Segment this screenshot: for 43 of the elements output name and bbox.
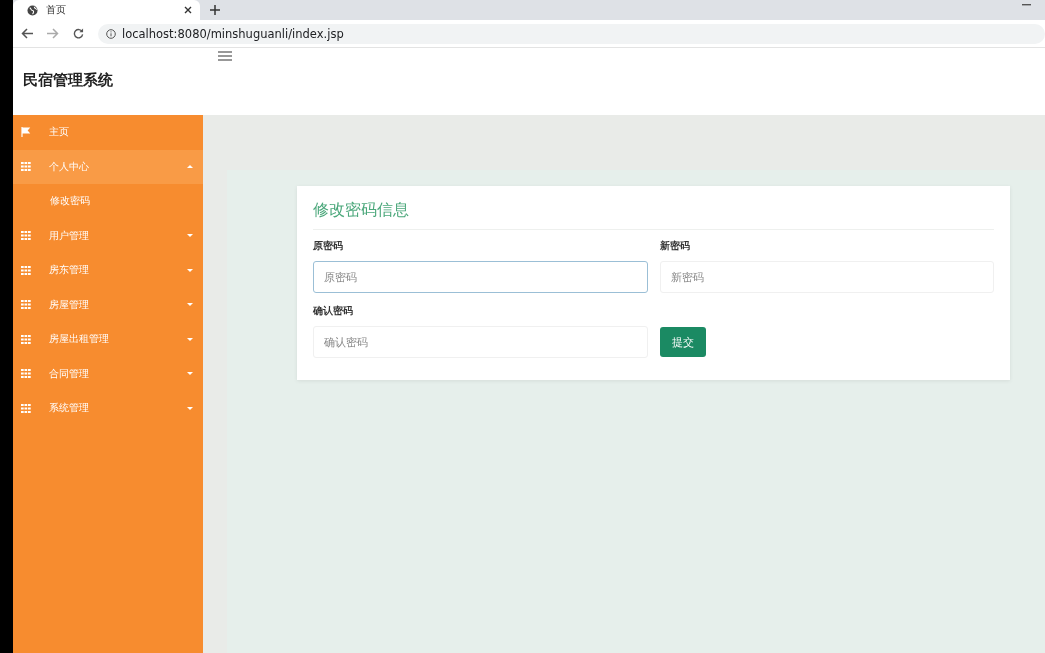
grid-icon bbox=[21, 334, 31, 344]
back-icon[interactable] bbox=[21, 28, 33, 39]
caret-down-icon bbox=[187, 268, 193, 272]
caret-down-icon bbox=[187, 337, 193, 341]
sidebar-item[interactable]: 合同管理 bbox=[13, 356, 203, 391]
caret-down-icon bbox=[187, 234, 193, 238]
grid-icon bbox=[21, 300, 31, 310]
flag-icon bbox=[21, 127, 31, 138]
info-icon bbox=[106, 28, 116, 39]
sidebar-item[interactable]: 系统管理 bbox=[13, 391, 203, 426]
caret-down-icon bbox=[187, 372, 193, 376]
sidebar-item[interactable]: 个人中心 bbox=[13, 149, 203, 184]
app-title: 民宿管理系统 bbox=[23, 71, 113, 90]
field-label: 新密码 bbox=[659, 240, 691, 253]
sidebar-item[interactable]: 房东管理 bbox=[13, 253, 203, 288]
caret-down-icon bbox=[187, 406, 193, 410]
field-label: 原密码 bbox=[313, 240, 344, 253]
sidebar-item[interactable]: 房屋出租管理 bbox=[13, 322, 203, 357]
submenu-item[interactable]: 修改密码 bbox=[13, 184, 203, 219]
reload-icon[interactable] bbox=[73, 28, 84, 39]
caret-up-icon bbox=[187, 165, 193, 169]
sidebar-item[interactable]: 房屋管理 bbox=[13, 287, 203, 322]
browser-tab[interactable]: 首页 bbox=[13, 0, 200, 20]
globe-icon bbox=[27, 4, 38, 16]
url-text: localhost:8080/minshuguanli/index.jsp bbox=[122, 26, 344, 41]
new-tab-icon[interactable] bbox=[210, 5, 220, 15]
sidebar-item[interactable]: 用户管理 bbox=[13, 218, 203, 253]
minimize-icon[interactable] bbox=[1022, 4, 1031, 6]
field-label: 确认密码 bbox=[313, 305, 354, 318]
form-title: 修改密码信息 bbox=[313, 200, 994, 230]
menu-icon[interactable] bbox=[218, 51, 232, 61]
grid-icon bbox=[21, 162, 31, 172]
grid-icon bbox=[21, 369, 31, 379]
address-bar[interactable]: localhost:8080/minshuguanli/index.jsp bbox=[98, 23, 1045, 44]
submit-button[interactable]: 提交 bbox=[659, 327, 706, 357]
password-field[interactable]: 原密码 bbox=[313, 261, 648, 293]
caret-down-icon bbox=[187, 303, 193, 307]
grid-icon bbox=[21, 231, 31, 241]
sidebar-item[interactable]: 主页 bbox=[13, 115, 203, 150]
close-icon[interactable] bbox=[184, 6, 192, 14]
grid-icon bbox=[21, 403, 31, 413]
grid-icon bbox=[21, 265, 31, 275]
tab-title: 首页 bbox=[46, 3, 67, 17]
